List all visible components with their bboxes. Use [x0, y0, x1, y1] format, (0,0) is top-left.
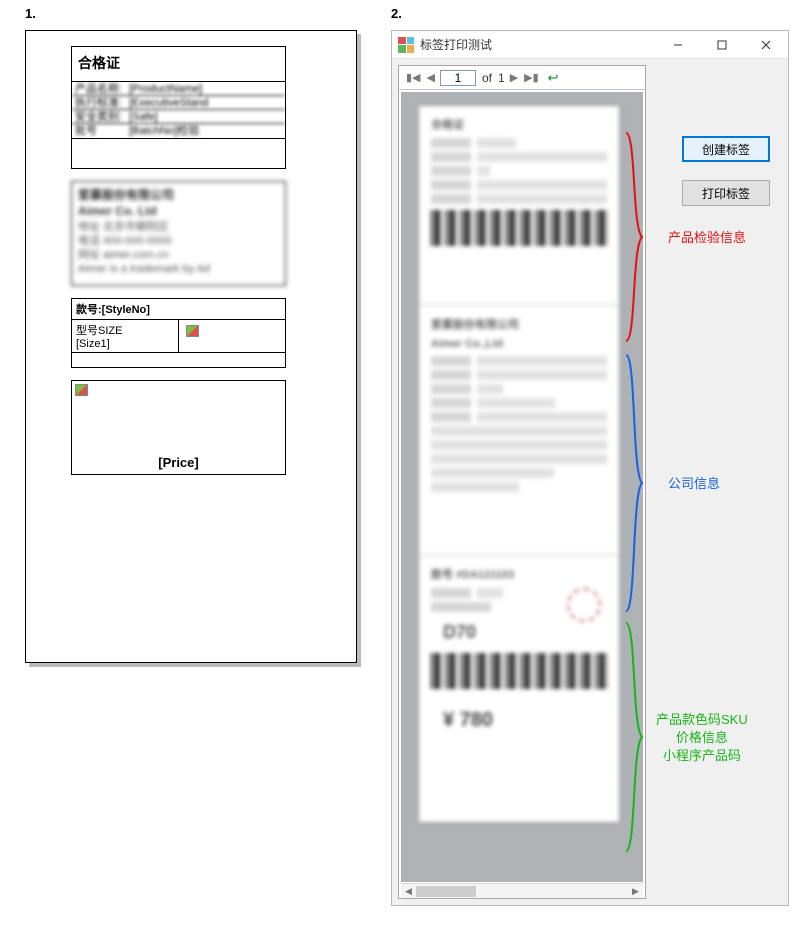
- back-button[interactable]: ↩: [548, 70, 559, 86]
- of-label: of: [480, 71, 494, 85]
- size-label: 型号SIZE: [76, 322, 174, 338]
- app-icon: [398, 37, 414, 53]
- row-label: 产品名称:: [72, 82, 127, 95]
- brace-blue: [624, 353, 644, 613]
- template-section-style: 款号:[StyleNo] 型号SIZE [Size1]: [71, 298, 286, 368]
- template-section-certificate: 合格证 产品名称:[ProductName] 执行标准:[ExecutiveSt…: [71, 46, 286, 169]
- brace-green: [624, 621, 644, 853]
- row-label: 执行标准:: [72, 96, 127, 109]
- size-value: [Size1]: [76, 338, 174, 350]
- annotation-company: 公司信息: [668, 475, 720, 493]
- annotation-sku: 产品款色码SKU 价格信息 小程序产品码: [656, 711, 748, 765]
- last-page-button[interactable]: ▶▮: [523, 71, 540, 84]
- row-value: [ProductName]: [127, 82, 285, 95]
- minimize-button[interactable]: [656, 31, 700, 59]
- panel-number-1: 1.: [25, 6, 36, 21]
- row-label: 安全类别:: [72, 110, 127, 123]
- next-page-button[interactable]: ▶: [509, 71, 519, 84]
- scroll-right-button[interactable]: ▶: [628, 884, 643, 899]
- horizontal-scrollbar[interactable]: ◀ ▶: [401, 883, 643, 898]
- row-value: [Safe]: [127, 110, 285, 123]
- label-template: 合格证 产品名称:[ProductName] 执行标准:[ExecutiveSt…: [71, 46, 286, 546]
- print-test-window: 标签打印测试 ▮◀ ◀ of 1 ▶ ▶▮ ↩ 合格证: [391, 30, 789, 906]
- row-label: 批号: [72, 124, 127, 138]
- close-button[interactable]: [744, 31, 788, 59]
- prev-page-button[interactable]: ◀: [426, 71, 436, 84]
- first-page-button[interactable]: ▮◀: [405, 71, 422, 84]
- blank-area: [72, 138, 285, 186]
- create-label-button[interactable]: 创建标签: [682, 136, 770, 162]
- maximize-button[interactable]: [700, 31, 744, 59]
- price-field: [Price]: [72, 455, 285, 470]
- scroll-thumb[interactable]: [416, 886, 476, 897]
- label-preview-page: 合格证 爱慕股份有限公司 Aimer Co.,Ltd: [419, 106, 619, 822]
- preview-area[interactable]: 合格证 爱慕股份有限公司 Aimer Co.,Ltd: [401, 92, 643, 882]
- annotation-inspection: 产品检验信息: [668, 229, 746, 247]
- scroll-left-button[interactable]: ◀: [401, 884, 416, 899]
- row-value: [ExecutiveStand: [127, 96, 285, 109]
- row-value: [BatchNo]检验: [127, 124, 285, 138]
- certificate-title: 合格证: [72, 47, 285, 81]
- report-viewer: ▮◀ ◀ of 1 ▶ ▶▮ ↩ 合格证: [398, 65, 646, 899]
- image-placeholder-icon: [186, 325, 199, 337]
- window-titlebar: 标签打印测试: [392, 31, 788, 59]
- style-no-field: 款号:[StyleNo]: [72, 299, 285, 320]
- brace-red: [624, 131, 644, 343]
- template-section-price: [Price]: [71, 380, 286, 475]
- panel-number-2: 2.: [391, 6, 402, 21]
- template-designer-panel: 合格证 产品名称:[ProductName] 执行标准:[ExecutiveSt…: [25, 30, 357, 663]
- total-pages: 1: [498, 71, 505, 85]
- image-placeholder-icon: [75, 384, 88, 396]
- template-section-company: 爱慕股份有限公司 Aimer Co. Ltd 地址 北京市朝阳区 电话 400-…: [71, 181, 286, 286]
- print-label-button[interactable]: 打印标签: [682, 180, 770, 206]
- pager-toolbar: ▮◀ ◀ of 1 ▶ ▶▮ ↩: [399, 66, 645, 90]
- scroll-track[interactable]: [416, 884, 628, 899]
- window-title: 标签打印测试: [420, 36, 656, 53]
- page-number-input[interactable]: [440, 70, 476, 86]
